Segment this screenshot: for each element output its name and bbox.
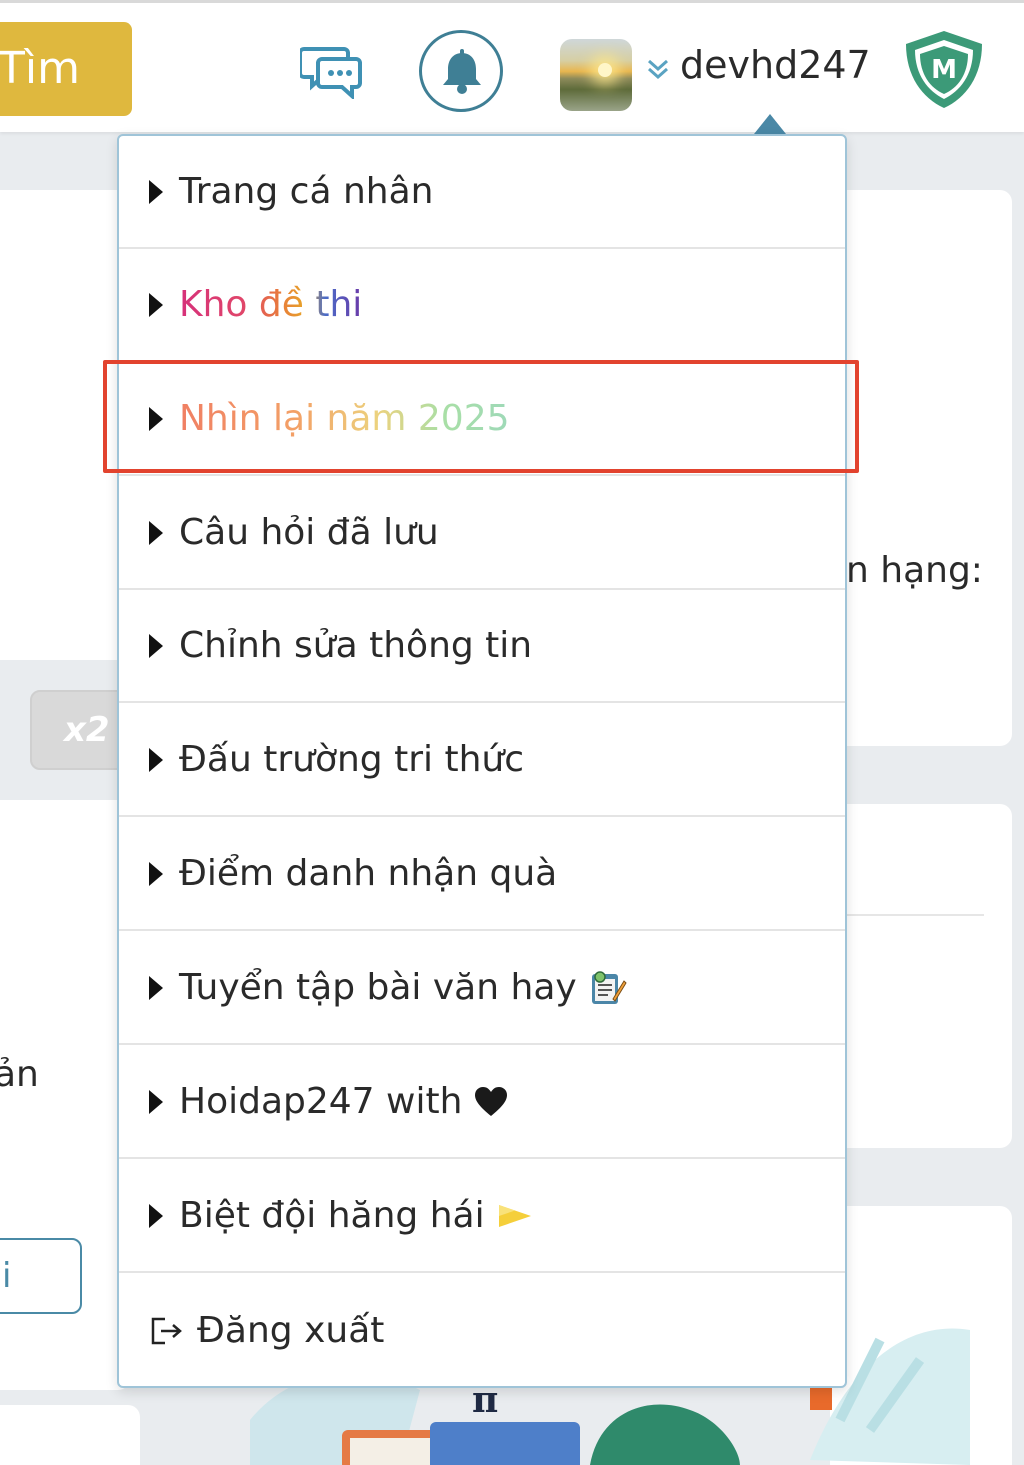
heart-icon [475,1086,508,1116]
user-dropdown-menu: Trang cá nhân Kho đề thi Nhìn lại năm 20… [117,134,847,1388]
caret-right-icon [149,292,163,317]
rank-label-fragment: n hạng: [846,550,983,591]
caret-right-icon [149,1203,163,1228]
caret-right-icon [149,1089,163,1114]
menu-item-label: Đăng xuất [197,1310,385,1351]
flag-icon [498,1204,531,1227]
menu-item-label: Biệt đội hăng hái [179,1195,485,1236]
menu-item-label: Điểm danh nhận quà [179,853,558,894]
menu-item-label: Hoidap247 with [179,1081,463,1122]
menu-item-logout[interactable]: Đăng xuất [119,1274,845,1387]
search-button[interactable]: Tìm [0,22,132,116]
menu-item-label: Trang cá nhân [179,171,434,212]
menu-item-exam-bank[interactable]: Kho đề thi [119,249,845,362]
menu-item-profile[interactable]: Trang cá nhân [119,136,845,249]
menu-item-hoidap247-with[interactable]: Hoidap247 with [119,1046,845,1159]
menu-item-edit-info[interactable]: Chỉnh sửa thông tin [119,590,845,703]
shield-badge-icon[interactable]: M [902,28,986,110]
menu-item-label: Kho đề thi [179,284,363,325]
caret-right-icon [149,179,163,204]
menu-item-label: Đấu trường tri thức [179,739,524,780]
menu-item-essay-collection[interactable]: Tuyển tập bài văn hay [119,932,845,1045]
logout-icon [151,1317,182,1344]
username[interactable]: devhd247 [680,43,871,87]
caret-right-icon [149,520,163,545]
menu-item-knowledge-arena[interactable]: Đấu trường tri thức [119,704,845,817]
bell-icon [443,49,481,94]
chat-icon[interactable] [300,43,364,99]
menu-item-label: Chỉnh sửa thông tin [179,625,533,666]
left-card [0,190,130,660]
menu-item-label: Nhìn lại năm 2025 [179,398,510,439]
shield-letter: M [931,55,957,85]
profile-card [830,190,1012,746]
caret-right-icon [149,747,163,772]
caret-right-icon [149,861,163,886]
caret-right-icon [149,975,163,1000]
notepad-pencil-icon [591,970,627,1004]
caret-right-icon [149,633,163,658]
chevron-down-icon[interactable] [646,57,670,81]
right-card [830,804,1012,1148]
text-fragment: ản [0,1054,39,1095]
top-header: Tìm devhd247 M [0,0,1024,132]
avatar[interactable] [560,39,632,111]
bottom-left-card [0,1405,140,1465]
menu-item-daily-checkin[interactable]: Điểm danh nhận quà [119,818,845,931]
dropdown-caret [754,114,786,134]
caret-right-icon [149,406,163,431]
menu-item-label: Câu hỏi đã lưu [179,512,439,553]
menu-item-enthusiastic-squad[interactable]: Biệt đội hăng hái [119,1160,845,1273]
menu-item-year-review[interactable]: Nhìn lại năm 2025 [119,363,845,476]
outline-button[interactable]: i [0,1238,82,1314]
menu-item-label: Tuyển tập bài văn hay [179,967,577,1008]
divider [846,914,984,916]
notification-button[interactable] [419,30,503,112]
menu-item-saved-questions[interactable]: Câu hỏi đã lưu [119,477,845,590]
